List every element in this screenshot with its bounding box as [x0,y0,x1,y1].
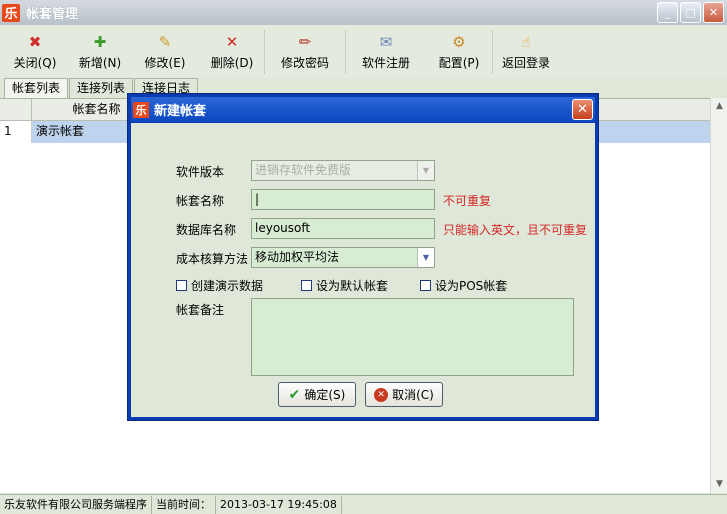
cancel-icon: ✕ [374,387,389,402]
ok-button[interactable]: ✔ 确定(S) [278,382,356,407]
database-name-input[interactable]: leyousoft [251,218,435,239]
add-icon: ✚ [93,33,107,51]
toolbar-label: 新增(N) [78,56,122,70]
checkbox-pos-account[interactable]: 设为POS帐套 [420,277,507,294]
close-window-button[interactable]: ✕ [703,2,724,23]
cost-method-value: 移动加权平均法 [255,250,340,264]
ok-label: 确定(S) [304,388,346,402]
checkbox-demo-label: 创建演示数据 [191,279,264,293]
toolbar-label: 配置(P) [438,56,480,70]
delete-x-icon: ✕ [225,33,239,51]
version-label: 软件版本 [176,165,225,179]
row-number-header [0,99,32,120]
close-circle-icon: ✖ [28,33,42,51]
toolbar-label: 软件注册 [361,56,410,70]
dialog-logo-icon: 乐 [133,101,149,118]
chevron-down-icon[interactable]: ▼ [417,161,434,180]
tab-connection-list[interactable]: 连接列表 [69,78,134,98]
version-value: 进销存软件免费版 [255,163,352,177]
account-name-input[interactable]: | [251,189,435,210]
status-time-label: 当前时间： [152,495,216,514]
note-label: 帐套备注 [176,303,225,317]
edit-icon: ✎ [158,33,172,51]
toolbar-button-2[interactable]: ✎ 修改(E) [130,25,200,78]
checkbox-box[interactable] [301,280,312,291]
toolbar-button-7[interactable]: ☝ 返回登录 [493,25,559,78]
checkbox-box[interactable] [420,280,431,291]
dialog-close-button[interactable]: ✕ [572,99,593,120]
checkbox-pos-label: 设为POS帐套 [435,279,508,293]
toolbar-button-0[interactable]: ✖ 关闭(Q) [0,25,70,78]
title-bar: 乐 帐套管理 _ □ ✕ [0,0,727,25]
maximize-button[interactable]: □ [680,2,701,23]
back-login-icon: ☝ [521,33,531,51]
database-name-label: 数据库名称 [176,223,237,237]
gear-icon: ⚙ [452,33,466,51]
toolbar: ✖ 关闭(Q) ✚ 新增(N) ✎ 修改(E) ✕ 删除(D) ✏ 修改密码 ✉ 软件注册 ⚙ 配置(P)… [0,25,727,78]
check-icon: ✔ [288,386,301,403]
checkbox-default-label: 设为默认帐套 [316,279,389,293]
checkbox-demo-data[interactable]: 创建演示数据 [176,277,263,294]
toolbar-label: 删除(D) [210,56,254,70]
status-time-value: 2013-03-17 19:45:08 [216,495,342,514]
toolbar-button-1[interactable]: ✚ 新增(N) [70,25,130,78]
vertical-scrollbar[interactable]: ▲ ▼ [710,98,727,493]
window-controls: _ □ ✕ [657,2,724,23]
toolbar-label: 返回登录 [501,56,550,70]
scroll-up-icon[interactable]: ▲ [711,98,727,115]
pen-icon: ✏ [298,33,312,51]
minimize-button[interactable]: _ [657,2,678,23]
row-number: 1 [0,121,32,143]
new-account-dialog: 乐 新建帐套 ✕ 软件版本 进销存软件免费版 ▼ 帐套名称 | 不可重复 数据库… [127,93,599,421]
status-company: 乐友软件有限公司服务端程序 [0,495,152,514]
dialog-body: 软件版本 进销存软件免费版 ▼ 帐套名称 | 不可重复 数据库名称 leyous… [131,123,595,417]
chevron-down-icon[interactable]: ▼ [417,248,434,267]
toolbar-button-3[interactable]: ✕ 删除(D) [200,25,264,78]
tab-account-list[interactable]: 帐套列表 [4,78,69,98]
envelope-icon: ✉ [379,33,393,51]
toolbar-label: 关闭(Q) [13,56,57,70]
toolbar-button-6[interactable]: ⚙ 配置(P) [426,25,492,78]
checkbox-default-account[interactable]: 设为默认帐套 [301,277,388,294]
toolbar-button-4[interactable]: ✏ 修改密码 [265,25,345,78]
version-select[interactable]: 进销存软件免费版 ▼ [251,160,435,181]
cost-method-select[interactable]: 移动加权平均法 ▼ [251,247,435,268]
database-name-hint: 只能输入英文，且不可重复 [443,223,588,237]
toolbar-label: 修改密码 [280,56,329,70]
note-textarea[interactable] [251,298,574,376]
account-name-label: 帐套名称 [176,194,225,208]
cancel-label: 取消(C) [392,388,434,402]
checkbox-box[interactable] [176,280,187,291]
dialog-title: 新建帐套 [154,104,207,119]
window-title: 帐套管理 [26,7,79,22]
toolbar-label: 修改(E) [144,56,186,70]
cost-method-label: 成本核算方法 [176,252,249,266]
cancel-button[interactable]: ✕ 取消(C) [365,382,443,407]
dialog-title-bar: 乐 新建帐套 [131,97,595,122]
toolbar-button-5[interactable]: ✉ 软件注册 [346,25,426,78]
app-logo-icon: 乐 [2,3,20,22]
scroll-down-icon[interactable]: ▼ [711,476,727,493]
account-name-hint: 不可重复 [443,194,492,208]
status-bar: 乐友软件有限公司服务端程序 当前时间： 2013-03-17 19:45:08 [0,494,727,514]
